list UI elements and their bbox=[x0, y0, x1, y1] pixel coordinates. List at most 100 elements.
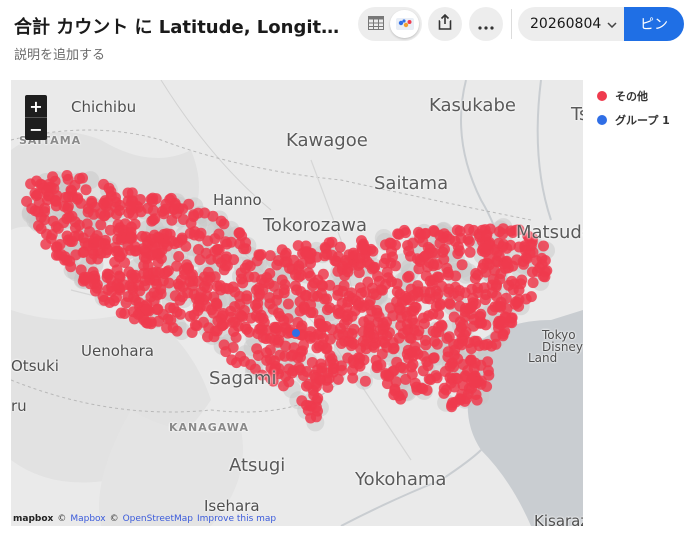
point-other bbox=[32, 206, 44, 218]
point-other bbox=[422, 241, 434, 253]
point-other bbox=[300, 240, 312, 252]
point-other bbox=[316, 279, 328, 291]
mapbox-link[interactable]: Mapbox bbox=[70, 514, 105, 524]
point-other bbox=[164, 302, 176, 314]
point-other bbox=[202, 331, 213, 343]
point-other bbox=[160, 203, 171, 215]
point-other bbox=[234, 227, 246, 239]
point-other bbox=[400, 373, 412, 385]
point-other bbox=[310, 401, 322, 413]
point-other bbox=[193, 230, 205, 242]
map-view[interactable]: Chichibu SAITAMA Kasukabe Ts Kawagoe Sai… bbox=[11, 80, 583, 526]
point-other bbox=[174, 308, 186, 320]
point-other bbox=[404, 332, 416, 344]
point-other bbox=[133, 279, 145, 291]
point-other bbox=[382, 272, 394, 284]
point-other bbox=[324, 302, 336, 314]
toolbar-divider bbox=[511, 9, 512, 39]
point-other bbox=[102, 244, 114, 256]
point-other bbox=[468, 363, 480, 375]
point-other bbox=[92, 235, 104, 247]
point-other bbox=[482, 365, 494, 377]
point-other bbox=[524, 247, 536, 259]
zoom-in-button[interactable]: + bbox=[25, 95, 47, 117]
point-other bbox=[111, 291, 122, 303]
point-other bbox=[354, 252, 365, 264]
map-attribution: mapbox © Mapbox © OpenStreetMap Improve … bbox=[11, 512, 583, 526]
map-label-atsugi: Atsugi bbox=[229, 455, 286, 476]
point-other bbox=[451, 224, 463, 236]
point-other bbox=[158, 238, 170, 250]
map-view-button[interactable] bbox=[390, 10, 419, 38]
mapbox-logo[interactable]: mapbox bbox=[13, 514, 53, 524]
point-other bbox=[517, 256, 529, 267]
more-options-button[interactable] bbox=[469, 7, 503, 41]
point-other bbox=[353, 267, 365, 279]
point-other bbox=[314, 314, 325, 326]
point-other bbox=[283, 376, 295, 388]
point-other bbox=[465, 302, 477, 314]
point-other bbox=[69, 179, 81, 191]
point-other bbox=[83, 271, 95, 283]
point-other bbox=[276, 274, 288, 286]
point-other bbox=[336, 364, 348, 376]
description-placeholder[interactable]: 説明を追加する bbox=[14, 44, 105, 63]
map-label-chichibu: Chichibu bbox=[71, 98, 137, 116]
point-other bbox=[403, 245, 415, 257]
point-other bbox=[428, 352, 439, 364]
improve-map-link[interactable]: Improve this map bbox=[197, 514, 276, 524]
point-other bbox=[191, 320, 203, 332]
point-other bbox=[296, 258, 308, 269]
pin-button[interactable]: ピン bbox=[624, 7, 684, 41]
map-label-kawagoe: Kawagoe bbox=[286, 130, 368, 151]
point-other bbox=[256, 274, 267, 286]
point-other bbox=[194, 254, 206, 266]
point-other bbox=[124, 200, 136, 212]
point-other bbox=[358, 300, 370, 312]
point-other bbox=[182, 287, 194, 299]
point-other bbox=[159, 268, 171, 280]
point-other bbox=[21, 195, 33, 207]
point-other bbox=[470, 389, 482, 400]
point-other bbox=[145, 233, 157, 245]
zoom-controls: + − bbox=[25, 95, 47, 140]
legend-dot-group1 bbox=[597, 115, 607, 125]
point-other bbox=[193, 244, 204, 255]
legend-item-group1[interactable]: グループ 1 bbox=[597, 108, 670, 132]
point-other bbox=[477, 262, 489, 274]
point-other bbox=[64, 255, 76, 267]
point-other bbox=[201, 290, 213, 302]
point-other bbox=[437, 246, 449, 258]
point-other bbox=[356, 241, 368, 253]
point-group1 bbox=[292, 329, 300, 337]
map-label-otsuki: Otsuki bbox=[11, 357, 59, 375]
point-other bbox=[326, 249, 338, 261]
point-other bbox=[95, 219, 107, 231]
point-other bbox=[283, 363, 295, 375]
point-other bbox=[250, 299, 261, 311]
table-view-button[interactable] bbox=[361, 10, 390, 38]
point-other bbox=[454, 245, 465, 257]
point-other bbox=[308, 389, 320, 401]
zoom-out-button[interactable]: − bbox=[25, 118, 47, 140]
point-other bbox=[456, 259, 468, 271]
share-icon bbox=[438, 13, 452, 34]
map-legend: その他 グループ 1 bbox=[597, 84, 670, 132]
point-other bbox=[342, 352, 354, 364]
osm-link[interactable]: OpenStreetMap bbox=[123, 514, 193, 524]
point-other bbox=[298, 339, 309, 351]
point-other bbox=[125, 221, 137, 233]
point-other bbox=[276, 244, 288, 256]
version-select[interactable]: 20260804 bbox=[518, 7, 624, 41]
legend-item-other[interactable]: その他 bbox=[597, 84, 670, 108]
point-other bbox=[303, 378, 315, 390]
map-label-ru: ru bbox=[11, 397, 27, 415]
point-other bbox=[357, 336, 369, 347]
point-other bbox=[410, 302, 422, 313]
point-other bbox=[292, 316, 304, 328]
point-other bbox=[513, 300, 525, 312]
point-other bbox=[501, 258, 513, 270]
point-other bbox=[539, 266, 551, 278]
share-button[interactable] bbox=[428, 7, 462, 41]
point-other bbox=[493, 250, 505, 262]
